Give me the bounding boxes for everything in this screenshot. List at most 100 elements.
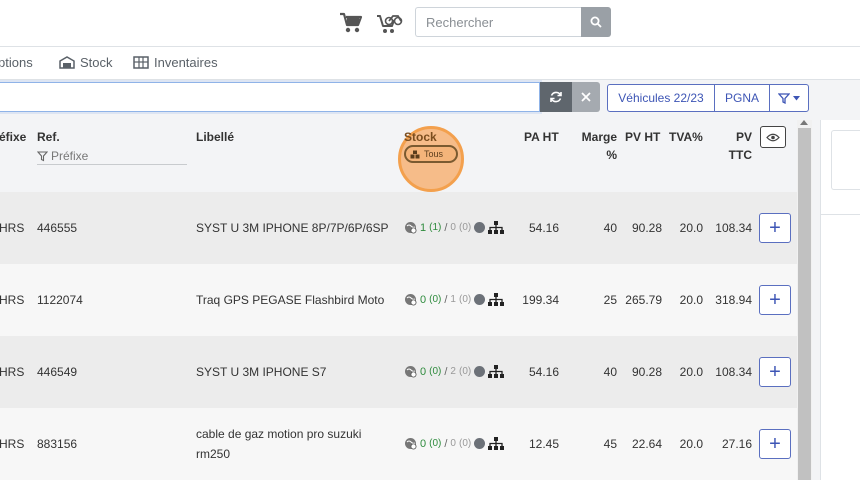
table-row[interactable]: HRS 883156 cable de gaz motion pro suzuk… bbox=[0, 408, 797, 480]
stock-globe-icon bbox=[405, 222, 417, 234]
cell-stock[interactable]: 0 (0) / 0 (0) bbox=[404, 437, 505, 450]
table-row[interactable]: HRS 446555 SYST U 3M IPHONE 8P/7P/6P/6SP… bbox=[0, 192, 797, 264]
nav-item-inventaires[interactable]: Inventaires bbox=[133, 55, 218, 70]
column-header-pv-ht[interactable]: PV HT bbox=[625, 128, 660, 146]
right-panel-card bbox=[831, 130, 860, 190]
cell-marge: 40 bbox=[603, 221, 617, 235]
nav-item-options[interactable]: ptions bbox=[0, 55, 33, 70]
toggle-columns-button[interactable] bbox=[760, 126, 786, 148]
libelle-line1: Traq GPS PEGASE Flashbird Moto bbox=[196, 293, 385, 307]
nav-item-label: ptions bbox=[0, 55, 33, 70]
add-to-cart-button[interactable]: + bbox=[759, 285, 791, 315]
column-header-tva[interactable]: TVA% bbox=[669, 128, 703, 146]
sitemap-icon[interactable] bbox=[488, 365, 505, 378]
cell-pv-ttc: 318.94 bbox=[715, 293, 752, 307]
sitemap-icon[interactable] bbox=[488, 437, 505, 450]
eye-icon bbox=[766, 133, 780, 141]
panel-gap bbox=[812, 120, 820, 480]
cell-pa-ht: 54.16 bbox=[528, 221, 559, 235]
refresh-button[interactable] bbox=[540, 82, 572, 112]
main-nav: ptions Stock Inventaires bbox=[0, 47, 860, 80]
libelle-line1: SYST U 3M IPHONE 8P/7P/6P/6SP bbox=[196, 221, 389, 235]
cell-stock[interactable]: 1 (1) / 0 (0) bbox=[404, 221, 505, 234]
cell-tva: 20.0 bbox=[679, 437, 703, 451]
cart-icon[interactable] bbox=[338, 10, 364, 36]
filter-dropdown-button[interactable] bbox=[769, 84, 809, 112]
cell-marge: 45 bbox=[603, 437, 617, 451]
sitemap-icon[interactable] bbox=[488, 293, 505, 306]
cell-ref: 1122074 bbox=[37, 293, 83, 307]
cell-prefix: HRS bbox=[0, 221, 25, 235]
cell-libelle: SYST U 3M IPHONE 8P/7P/6P/6SP bbox=[196, 218, 389, 238]
column-header-pa-ht[interactable]: PA HT bbox=[524, 128, 559, 146]
search-button[interactable] bbox=[581, 7, 611, 37]
stock-order-paren: (0) bbox=[458, 222, 472, 233]
vertical-scrollbar[interactable] bbox=[797, 120, 812, 480]
cell-pv-ht: 265.79 bbox=[625, 293, 662, 307]
ref-filter-placeholder: Préfixe bbox=[51, 149, 89, 163]
sitemap-icon[interactable] bbox=[488, 221, 505, 234]
column-header-pv-ttc[interactable]: PV TTC bbox=[724, 128, 752, 164]
ref-prefix-filter[interactable]: Préfixe bbox=[37, 148, 187, 165]
search-icon bbox=[590, 16, 602, 28]
table-row[interactable]: HRS 446549 SYST U 3M IPHONE S7 0 (0) / 2… bbox=[0, 336, 797, 408]
search-input[interactable] bbox=[415, 7, 581, 37]
table-row[interactable]: HRS 1122074 Traq GPS PEGASE Flashbird Mo… bbox=[0, 264, 797, 336]
cell-stock[interactable]: 0 (0) / 1 (0) bbox=[404, 293, 505, 306]
column-header-ref[interactable]: Ref. bbox=[37, 128, 60, 146]
stock-qty: 0 bbox=[420, 365, 427, 378]
cell-pv-ht: 22.64 bbox=[631, 437, 662, 451]
table-header: éfixe Ref. Préfixe Libellé Stock Tous PA… bbox=[0, 120, 797, 192]
status-dot-icon bbox=[474, 366, 486, 377]
libelle-line2: rm250 bbox=[196, 447, 231, 461]
stock-reserved: (0) bbox=[429, 438, 442, 449]
stock-order: 1 bbox=[450, 294, 456, 305]
cell-tva: 20.0 bbox=[679, 293, 703, 307]
cell-pv-ttc: 27.16 bbox=[721, 437, 752, 451]
scrollbar-thumb[interactable] bbox=[798, 128, 811, 480]
column-header-libelle[interactable]: Libellé bbox=[196, 128, 234, 146]
clear-search-button[interactable] bbox=[572, 82, 600, 112]
cell-pv-ht: 90.28 bbox=[631, 221, 662, 235]
status-dot-icon bbox=[474, 294, 486, 305]
cell-prefix: HRS bbox=[0, 365, 25, 379]
column-header-prefix[interactable]: éfixe bbox=[0, 128, 26, 146]
nav-item-stock[interactable]: Stock bbox=[59, 55, 113, 70]
stock-order-paren: (0) bbox=[458, 438, 472, 449]
cell-prefix: HRS bbox=[0, 437, 25, 451]
boxes-icon bbox=[410, 150, 420, 158]
products-table: éfixe Ref. Préfixe Libellé Stock Tous PA… bbox=[0, 120, 812, 480]
cell-libelle: Traq GPS PEGASE Flashbird Moto bbox=[196, 290, 384, 310]
column-header-marge[interactable]: Marge % bbox=[579, 128, 617, 164]
stock-order-paren: (0) bbox=[458, 294, 472, 305]
inventory-icon bbox=[133, 56, 149, 69]
cell-pa-ht: 12.45 bbox=[528, 437, 559, 451]
cell-pv-ttc: 108.34 bbox=[715, 221, 752, 235]
add-to-cart-button[interactable]: + bbox=[759, 357, 791, 387]
cell-pv-ttc: 108.34 bbox=[715, 365, 752, 379]
stock-globe-icon bbox=[405, 366, 417, 378]
cell-stock[interactable]: 0 (0) / 2 (0) bbox=[404, 365, 505, 378]
stock-toggle-label: Tous bbox=[424, 149, 444, 159]
filter-bar: Véhicules 22/23 PGNA bbox=[0, 80, 860, 120]
cell-marge: 25 bbox=[603, 293, 617, 307]
add-to-cart-button[interactable]: + bbox=[759, 213, 791, 243]
stock-filter-toggle[interactable]: Tous bbox=[404, 145, 458, 163]
right-side-panel bbox=[820, 120, 860, 480]
scroll-up-arrow[interactable] bbox=[800, 120, 808, 125]
product-search-input[interactable] bbox=[0, 82, 540, 112]
filter-icon bbox=[37, 150, 48, 161]
marge-header-line2: % bbox=[606, 148, 617, 162]
cell-marge: 40 bbox=[603, 365, 617, 379]
nav-item-label: Stock bbox=[80, 55, 113, 70]
pv-ttc-header-line2: TTC bbox=[728, 148, 752, 162]
stock-qty: 1 bbox=[420, 221, 427, 234]
cell-ref: 446549 bbox=[37, 365, 78, 379]
pgna-filter-button[interactable]: PGNA bbox=[714, 84, 770, 112]
motorbike-cart-icon[interactable] bbox=[376, 10, 406, 36]
marge-header-line1: Marge bbox=[581, 130, 617, 144]
vehicles-filter-button[interactable]: Véhicules 22/23 bbox=[607, 84, 715, 112]
status-dot-icon bbox=[474, 438, 486, 449]
add-to-cart-button[interactable]: + bbox=[759, 429, 791, 459]
column-header-stock[interactable]: Stock bbox=[404, 128, 437, 146]
